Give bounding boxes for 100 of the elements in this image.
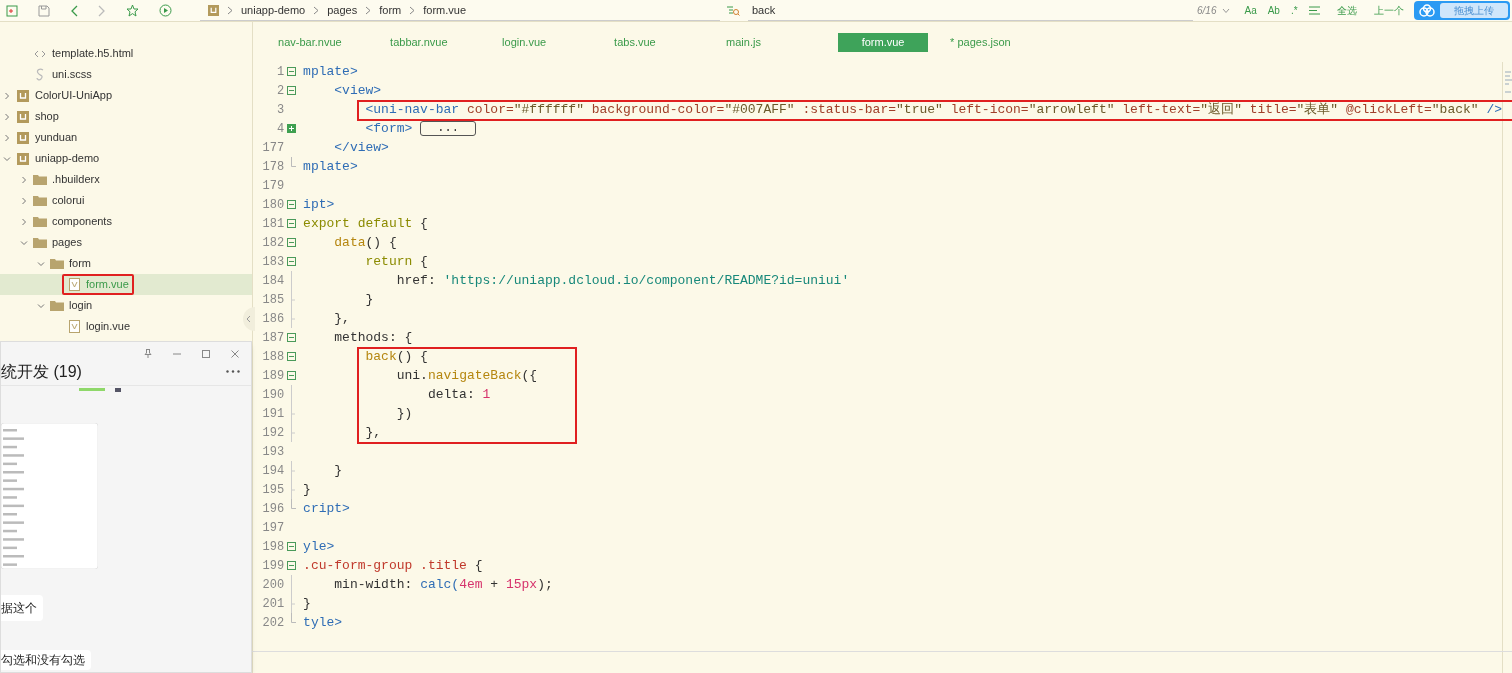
minimize-icon[interactable]	[173, 352, 181, 355]
tree-item[interactable]: form	[69, 255, 91, 272]
chevron-right-icon[interactable]	[3, 112, 11, 121]
breadcrumb-item[interactable]: pages	[327, 1, 358, 19]
collapse-icon[interactable]	[287, 352, 297, 361]
breadcrumb-item[interactable]: form.vue	[423, 1, 466, 19]
search-option-toggle[interactable]: Aa	[1244, 3, 1257, 18]
tree-item[interactable]: uni.scss	[52, 66, 92, 83]
code-line: return {	[364, 252, 428, 271]
folder-icon	[33, 216, 47, 227]
save-icon[interactable]	[38, 4, 50, 17]
pin-icon[interactable]	[144, 349, 152, 358]
folder-icon	[50, 300, 64, 311]
code-line: </view>	[333, 138, 389, 157]
tree-item[interactable]: shop	[35, 108, 59, 125]
code-icon	[34, 49, 46, 58]
breadcrumb-item[interactable]: uniapp-demo	[241, 1, 306, 19]
code-line: methods: {	[333, 328, 413, 347]
tree-item[interactable]: .hbuilderx	[52, 171, 100, 188]
more-icon[interactable]	[226, 370, 240, 373]
file-tab[interactable]: tabbar.nvue	[390, 32, 481, 52]
chevron-down-icon[interactable]	[37, 259, 45, 268]
line-number: 2	[275, 82, 285, 100]
line-number: 189	[261, 367, 285, 385]
search-field[interactable]: back	[748, 0, 1193, 21]
file-tab[interactable]: * pages.json	[950, 32, 1041, 52]
chevron-right-icon[interactable]	[20, 196, 28, 205]
folder-icon	[33, 195, 47, 206]
collapse-icon[interactable]	[287, 542, 297, 551]
code-line: <uni-nav-bar color="#ffffff" background-color="#007AFF" :status-bar="true" left-icon="arrowleft" left-text="返回" title="表单" @clickLeft="back" />	[364, 100, 1502, 119]
folded-code-button[interactable]: ...	[420, 121, 476, 136]
collapse-icon[interactable]	[287, 200, 297, 209]
code-line: mplate>	[303, 62, 358, 81]
line-number: 186	[261, 310, 285, 328]
search-action-button[interactable]: 上一个	[1373, 3, 1404, 18]
collapse-handle[interactable]	[241, 307, 256, 331]
tree-item[interactable]: components	[52, 213, 112, 230]
tree-item[interactable]: ColorUI-UniApp	[35, 87, 113, 104]
tree-item[interactable]: colorui	[52, 192, 85, 209]
line-number: 184	[261, 272, 285, 290]
tree-item[interactable]: uniapp-demo	[35, 150, 100, 167]
outline-icon[interactable]	[726, 4, 740, 17]
chevron-down-icon[interactable]	[1222, 7, 1231, 14]
line-number: 192	[261, 424, 285, 442]
project-icon	[17, 131, 29, 144]
chevron-down-icon[interactable]	[3, 154, 11, 163]
back-icon[interactable]	[70, 4, 78, 17]
expand-icon[interactable]	[287, 124, 297, 133]
maximize-icon[interactable]	[202, 349, 210, 358]
search-option-toggle[interactable]: .*	[1290, 3, 1298, 18]
match-count: 6/16	[1197, 4, 1217, 18]
chevron-right-icon[interactable]	[3, 133, 11, 142]
chevron-down-icon[interactable]	[20, 238, 28, 247]
close-icon[interactable]	[231, 349, 239, 358]
line-number: 193	[261, 443, 285, 461]
new-file-icon[interactable]	[6, 4, 18, 17]
tree-item[interactable]: pages	[52, 234, 82, 251]
code-line: })	[395, 404, 413, 423]
tree-item[interactable]: login.vue	[86, 318, 131, 335]
chevron-right-icon	[409, 5, 416, 15]
file-tab[interactable]: main.js	[726, 32, 817, 52]
code-line: delta: 1	[426, 385, 491, 404]
collapse-icon[interactable]	[287, 561, 297, 570]
star-icon[interactable]	[126, 4, 139, 17]
code-line: }	[333, 461, 343, 480]
search-option-toggle[interactable]: Ab	[1267, 3, 1280, 18]
code-line: export default {	[303, 214, 428, 233]
code-line: href: 'https://uniapp.dcloud.io/component/README?id=uniui'	[395, 271, 850, 290]
file-tab[interactable]: nav-bar.nvue	[278, 32, 369, 52]
breadcrumb-item[interactable]: form	[379, 1, 402, 19]
collapse-icon[interactable]	[287, 219, 297, 228]
align-icon[interactable]	[1308, 6, 1320, 15]
chevron-down-icon[interactable]	[37, 301, 45, 310]
file-tab[interactable]: login.vue	[502, 32, 593, 52]
search-action-button[interactable]: 全选	[1336, 3, 1357, 18]
tree-item[interactable]: login	[69, 297, 93, 314]
collapse-icon[interactable]	[287, 86, 297, 95]
code-line: mplate>	[303, 157, 358, 176]
chevron-right-icon[interactable]	[20, 217, 28, 226]
run-icon[interactable]	[159, 4, 172, 17]
cloud-icon	[1418, 3, 1436, 18]
collapse-icon[interactable]	[287, 257, 297, 266]
folder-icon	[50, 258, 64, 269]
chevron-right-icon[interactable]	[20, 175, 28, 184]
collapse-icon[interactable]	[287, 333, 297, 342]
line-number: 1	[275, 63, 285, 81]
code-line: }	[303, 594, 311, 613]
forward-icon[interactable]	[98, 4, 106, 17]
file-tab[interactable]: tabs.vue	[614, 32, 705, 52]
code-line: },	[364, 423, 382, 442]
line-number: 198	[261, 538, 285, 556]
tree-item[interactable]: yunduan	[35, 129, 78, 146]
collapse-icon[interactable]	[287, 371, 297, 380]
file-icon	[68, 320, 80, 333]
line-number: 190	[261, 386, 285, 404]
collapse-icon[interactable]	[287, 67, 297, 76]
collapse-icon[interactable]	[287, 238, 297, 247]
tree-item[interactable]: template.h5.html	[52, 45, 134, 62]
project-icon	[17, 152, 29, 165]
chevron-right-icon[interactable]	[3, 91, 11, 100]
